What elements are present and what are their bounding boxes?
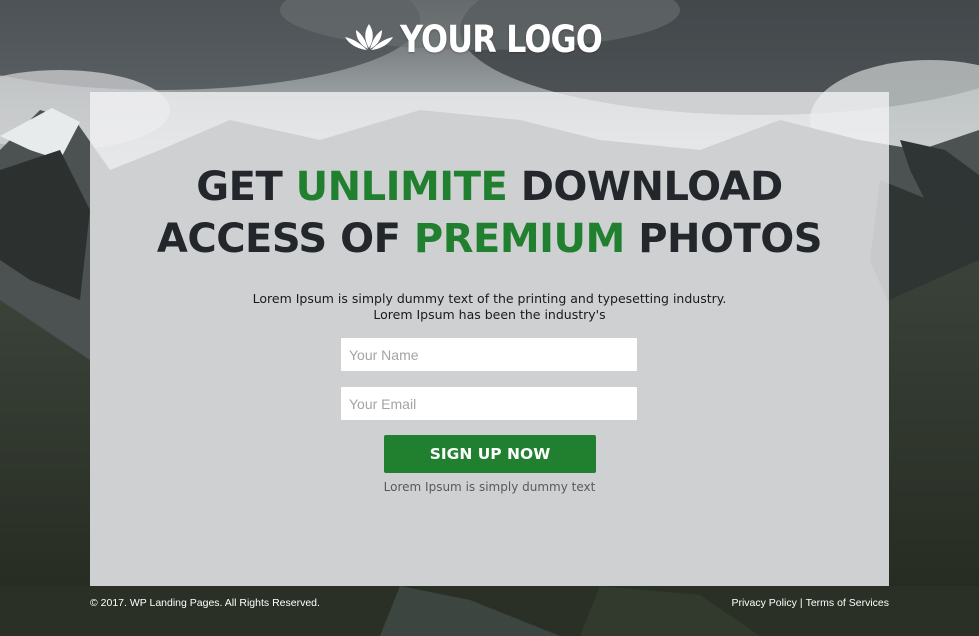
- footer-separator: |: [799, 597, 803, 609]
- headline-line-1: GET UNLIMITE DOWNLOAD: [196, 164, 783, 210]
- headline-accent-text: PREMIUM: [413, 216, 625, 262]
- headline-accent-text: UNLIMITE: [295, 164, 508, 210]
- headline-line-2: ACCESS OF PREMIUM PHOTOS: [156, 216, 823, 262]
- footer-links: Privacy Policy | Terms of Services: [731, 597, 889, 609]
- signup-note: Lorem Ipsum is simply dummy text: [383, 480, 596, 494]
- logo-text: YOUR LOGO: [400, 18, 603, 61]
- landing-page: YOUR LOGO GET UNLIMITE DOWNLOAD ACCESS O…: [0, 0, 979, 636]
- description-line-1: Lorem Ipsum is simply dummy text of the …: [252, 291, 727, 306]
- lotus-icon: [344, 22, 394, 57]
- terms-of-services-link[interactable]: Terms of Services: [806, 597, 889, 609]
- hero-description: Lorem Ipsum is simply dummy text of the …: [90, 291, 889, 323]
- name-input[interactable]: [340, 337, 638, 372]
- privacy-policy-link[interactable]: Privacy Policy: [731, 597, 796, 609]
- headline-text: GET: [196, 164, 296, 210]
- hero-headline: GET UNLIMITE DOWNLOAD ACCESS OF PREMIUM …: [90, 161, 889, 265]
- email-input[interactable]: [340, 386, 638, 421]
- headline-text: DOWNLOAD: [507, 164, 783, 210]
- headline-text: PHOTOS: [624, 216, 823, 262]
- headline-text: ACCESS OF: [156, 216, 414, 262]
- sign-up-button[interactable]: SIGN UP NOW: [384, 435, 596, 473]
- footer-copyright: © 2017. WP Landing Pages. All Rights Res…: [90, 597, 320, 609]
- description-line-2: Lorem Ipsum has been the industry's: [373, 307, 606, 322]
- site-logo[interactable]: YOUR LOGO: [0, 18, 979, 61]
